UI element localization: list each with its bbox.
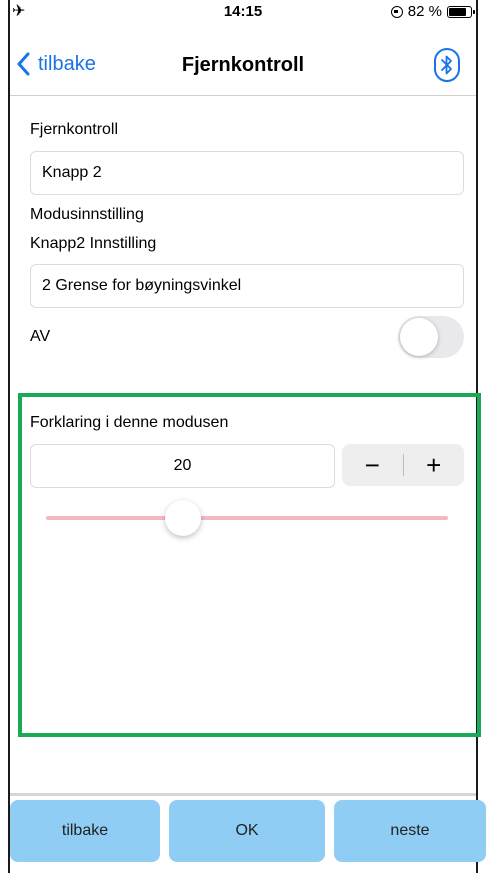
next-button[interactable]: neste — [334, 800, 486, 862]
window-frame-left — [8, 0, 10, 873]
button-setting-value: 2 Grense for bøyningsvinkel — [42, 277, 242, 294]
remote-label: Fjernkontroll — [30, 121, 119, 138]
button-setting-label: Knapp2 Innstilling — [30, 235, 157, 252]
battery-area: 82 % — [390, 3, 475, 20]
bluetooth-button[interactable] — [434, 48, 460, 82]
slider-thumb[interactable] — [164, 500, 201, 536]
value-stepper: − + — [342, 444, 464, 486]
orientation-lock-icon — [390, 5, 403, 18]
ok-button[interactable]: OK — [169, 800, 325, 862]
slider-track — [46, 516, 448, 520]
battery-percent: 82 % — [407, 3, 442, 20]
remote-value: Knapp 2 — [42, 164, 102, 181]
minus-icon: − — [364, 449, 380, 480]
button-setting-field[interactable]: 2 Grense for bøyningsvinkel — [30, 264, 464, 308]
plus-icon: + — [426, 449, 442, 480]
toggle-label: AV — [30, 328, 51, 345]
bottom-back-button[interactable]: tilbake — [10, 800, 160, 862]
value-field[interactable]: 20 — [30, 444, 335, 488]
value-slider[interactable] — [46, 500, 448, 536]
decrement-button[interactable]: − — [342, 444, 403, 486]
toggle-knob — [400, 318, 438, 356]
remote-field[interactable]: Knapp 2 — [30, 151, 464, 195]
increment-button[interactable]: + — [404, 444, 465, 486]
on-off-toggle[interactable] — [398, 316, 464, 358]
mode-explanation-label: Forklaring i denne modusen — [30, 414, 229, 431]
battery-icon — [447, 5, 475, 18]
status-bar: ✈ 14:15 82 % — [10, 0, 476, 22]
page-title: Fjernkontroll — [181, 54, 305, 76]
mode-setting-label: Modusinnstilling — [30, 206, 144, 223]
bluetooth-icon — [441, 55, 452, 75]
bottom-separator — [10, 793, 476, 796]
navigation-bar: tilbake Fjernkontroll — [10, 36, 476, 96]
value-text: 20 — [173, 457, 192, 474]
